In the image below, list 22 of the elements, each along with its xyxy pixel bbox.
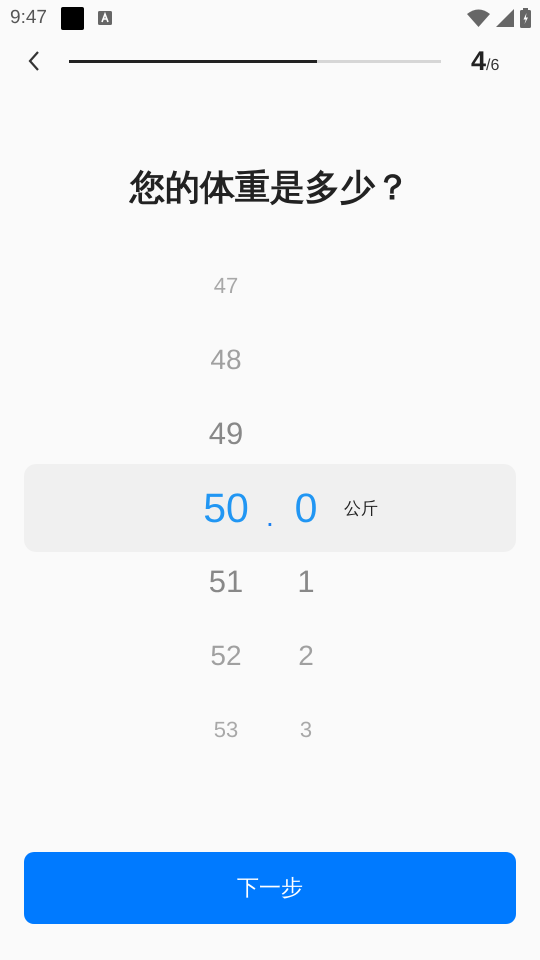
weight-integer[interactable]: 49	[186, 416, 266, 452]
question-title: 您的体重是多少？	[128, 167, 411, 210]
weight-integer[interactable]: 53	[186, 717, 266, 743]
next-button[interactable]: 下一步	[24, 852, 516, 924]
weight-integer[interactable]: 51	[186, 564, 266, 600]
weight-decimal[interactable]: 3	[270, 717, 342, 743]
battery-icon	[520, 8, 531, 28]
step-total: /6	[486, 56, 500, 74]
unit-label: 公斤	[344, 498, 378, 520]
clock-time: 9:47	[10, 7, 47, 29]
back-icon	[28, 50, 40, 72]
weight-decimal[interactable]: 1	[270, 564, 342, 600]
square-icon	[60, 6, 84, 30]
weight-integer[interactable]: 50	[186, 484, 266, 532]
step-number: 4	[471, 46, 486, 76]
weight-integer[interactable]: 48	[186, 344, 266, 376]
weight-integer[interactable]: 52	[186, 640, 266, 672]
wifi-icon	[467, 9, 490, 27]
decimal-point: .	[266, 501, 270, 533]
signal-icon	[496, 9, 514, 27]
weight-integer[interactable]: 47	[186, 273, 266, 299]
weight-decimal[interactable]: 2	[270, 640, 342, 672]
